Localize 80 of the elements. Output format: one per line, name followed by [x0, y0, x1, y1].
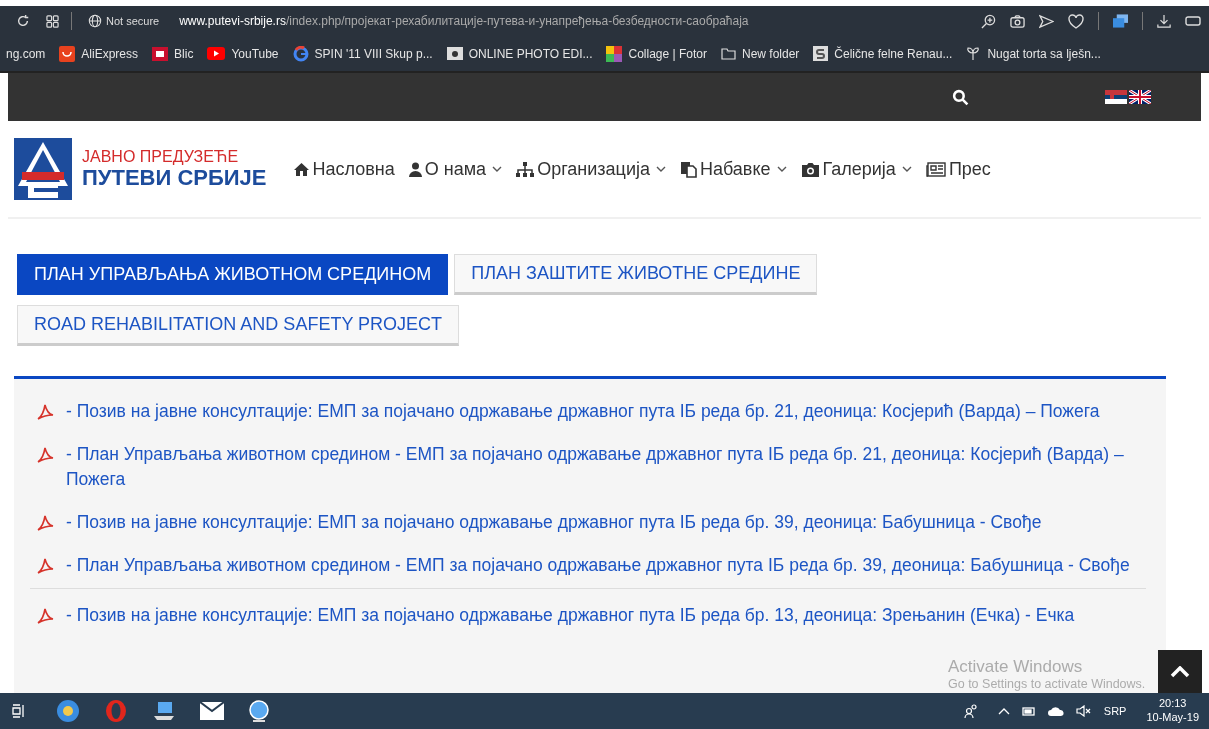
- speaker-muted-icon[interactable]: [1075, 705, 1092, 717]
- flag-icon[interactable]: [1129, 90, 1151, 104]
- bookmark-link[interactable]: YouTube: [231, 44, 279, 63]
- cloud-icon[interactable]: [1047, 706, 1064, 716]
- newspaper-icon: [925, 161, 946, 177]
- zoom-icon[interactable]: [981, 13, 996, 29]
- mail-app-icon[interactable]: [200, 702, 224, 720]
- document-link[interactable]: - План Управљања животном средином - ЕМП за појачано одржавање државног пута IБ реда бр. 39, деоница: Бабушница - Свође: [66, 553, 1130, 578]
- globe-app-icon[interactable]: [248, 699, 270, 723]
- document-link[interactable]: - Позив на јавне консултације: ЕМП за појачано одржавање државног пута IБ реда бр. 39, деоница: Бабушница - Свође: [66, 510, 1042, 535]
- clock-time[interactable]: 20:13: [1158, 697, 1187, 711]
- document-link[interactable]: - Позив на јавне консултације: ЕМП за појачано одржавање државног пута IБ реда бр. 21, деоница: Косјерић (Варда) – Пожега: [66, 399, 1100, 424]
- home-icon: [292, 162, 310, 176]
- heart-icon[interactable]: [1068, 13, 1084, 29]
- user-icon: [408, 161, 422, 177]
- bookmark-link[interactable]: ONLINE PHOTO EDI...: [468, 44, 593, 63]
- nav-link[interactable]: Организација: [537, 155, 650, 183]
- task-view-icon[interactable]: [12, 704, 26, 718]
- folder-icon: [721, 47, 736, 60]
- pdf-icon: [36, 514, 54, 531]
- tab-button[interactable]: ПЛАН УПРАВЉАЊА ЖИВОТНОМ СРЕДИНОМ: [17, 254, 449, 295]
- nav-link[interactable]: Галерија: [822, 155, 896, 183]
- browser-app-icon[interactable]: [104, 699, 128, 723]
- tab-button[interactable]: ПЛАН ЗАШТИТЕ ЖИВОТНЕ СРЕДИНЕ: [454, 254, 818, 295]
- g-logo-icon: [292, 45, 309, 62]
- bookmark-link[interactable]: New folder: [742, 44, 800, 63]
- photo-icon: [446, 47, 463, 60]
- logo-title: ПУТЕВИ СРБИЈЕ: [82, 167, 267, 189]
- bookmark-link[interactable]: AliExpress: [81, 44, 139, 63]
- pdf-icon: [36, 557, 54, 574]
- pdf-icon: [36, 446, 54, 463]
- battery-icon: [1185, 16, 1201, 26]
- camera-icon[interactable]: [1010, 13, 1025, 29]
- bookmark-link[interactable]: Collage | Fotor: [628, 44, 707, 63]
- pdf-icon: [36, 607, 54, 624]
- bookmark-link[interactable]: Blic: [174, 44, 194, 63]
- people-icon[interactable]: [963, 704, 978, 718]
- bookmark-link[interactable]: Nugat torta sa lješn...: [987, 44, 1101, 63]
- bookmark-link[interactable]: Čelične felne Renau...: [834, 44, 953, 63]
- clock-date[interactable]: 10-May-19: [1146, 711, 1199, 725]
- sprout-icon: [966, 46, 982, 61]
- language-indicator[interactable]: SRP: [1103, 702, 1127, 720]
- pdf-icon: [36, 403, 54, 420]
- colorful-square-icon: [606, 45, 623, 62]
- logo-icon[interactable]: [14, 138, 72, 200]
- address-bar[interactable]: www.putevi-srbije.rs/index.php/пројекат-рехабилитације-путева-и-унапређења-безбедности-саобраћаја: [179, 12, 749, 30]
- nav-link[interactable]: Прес: [948, 155, 991, 183]
- document-link[interactable]: - Позив на јавне консултације: ЕМП за појачано одржавање државног пута IБ реда бр. 13, деоница: Зрењанин (Ечка) - Ечка: [66, 603, 1075, 628]
- tabs-icon[interactable]: [1113, 14, 1128, 28]
- chevron-up-icon: [1170, 666, 1190, 678]
- nav-link[interactable]: Насловна: [312, 155, 395, 183]
- logo-subtitle: ЈАВНО ПРЕДУЗЕЋЕ: [82, 149, 240, 165]
- tab-button[interactable]: ROAD REHABILITATION AND SAFETY PROJECT: [17, 305, 460, 346]
- s-logo-icon: [813, 46, 829, 61]
- news-logo-icon: [152, 46, 169, 61]
- sitemap-icon: [516, 161, 535, 177]
- search-icon[interactable]: [952, 88, 969, 106]
- chevron-up-icon[interactable]: [997, 707, 1010, 715]
- document-link[interactable]: - План Управљања животном средином - ЕМП за појачано одржавање државног пута IБ реда бр. 21, деоница: Косјерић (Варда) – Пожега: [66, 442, 1146, 492]
- activation-watermark: Activate Windows: [948, 656, 1084, 678]
- nav-link[interactable]: О нама: [424, 155, 487, 183]
- documents-icon: [679, 160, 697, 178]
- send-icon[interactable]: [1039, 13, 1054, 29]
- play-icon: [207, 47, 226, 60]
- scroll-top-button[interactable]: [1158, 650, 1202, 694]
- battery-icon[interactable]: [1021, 706, 1036, 716]
- globe-icon: [88, 14, 102, 28]
- computer-app-icon[interactable]: [152, 700, 176, 722]
- shopping-bag-icon: [59, 45, 76, 62]
- nav-link[interactable]: Набавке: [699, 155, 771, 183]
- grid-icon[interactable]: [46, 14, 59, 28]
- globe-app-icon[interactable]: [56, 699, 80, 723]
- camera-icon: [800, 161, 820, 177]
- download-icon[interactable]: [1157, 14, 1171, 28]
- activation-hint: Go to Settings to activate Windows.: [948, 677, 1146, 693]
- flag-icon[interactable]: [1105, 90, 1127, 104]
- security-label: Not secure: [106, 13, 160, 29]
- reload-icon[interactable]: [16, 14, 30, 28]
- bookmark-link[interactable]: ng.com: [6, 44, 46, 63]
- bookmark-link[interactable]: SPIN '11 VIII Skup p...: [314, 44, 433, 63]
